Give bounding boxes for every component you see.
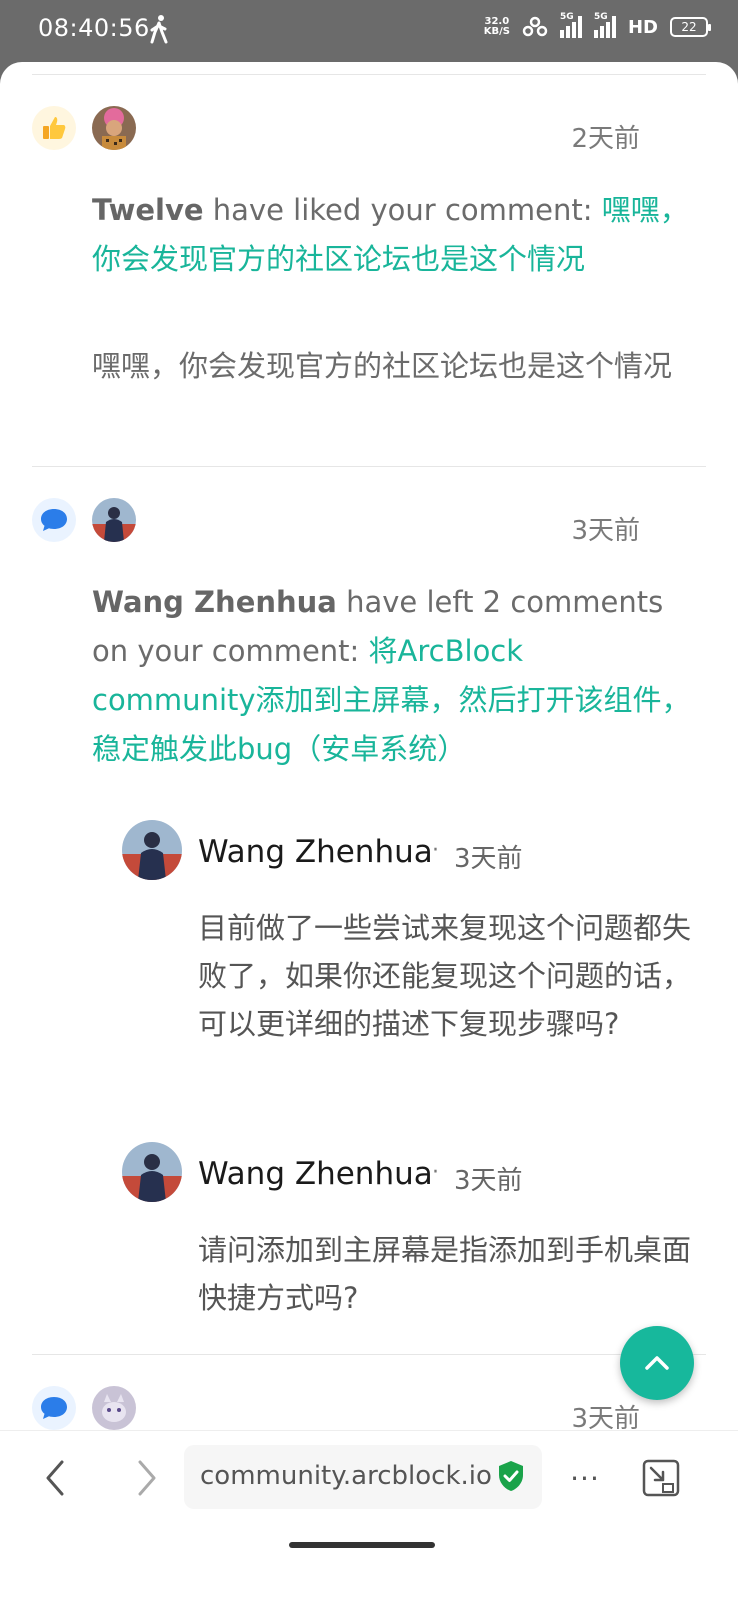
separator-dot: ·	[432, 838, 439, 863]
hd-indicator: HD	[627, 16, 658, 38]
reply-author[interactable]: Wang Zhenhua	[198, 1156, 433, 1192]
walking-icon	[150, 15, 168, 44]
signal-1-icon: 5G	[559, 12, 582, 38]
scroll-to-top-button[interactable]	[620, 1326, 694, 1400]
back-button[interactable]	[30, 1453, 80, 1503]
separator-dot: ·	[432, 1160, 439, 1185]
actor-name[interactable]: Wang Zhenhua	[92, 585, 337, 619]
address-bar[interactable]: community.arcblock.io	[184, 1445, 542, 1509]
url-text: community.arcblock.io	[200, 1461, 492, 1491]
notification-message: Twelve have liked your comment: 嘿嘿，你会发现官…	[92, 193, 689, 276]
actor-name[interactable]: Twelve	[92, 193, 204, 227]
forward-button[interactable]	[122, 1453, 172, 1503]
divider	[32, 466, 706, 467]
reply-avatar[interactable]	[122, 820, 182, 880]
reply-text: 请问添加到主屏幕是指添加到手机桌面快捷方式吗?	[198, 1233, 692, 1315]
comment-quote: 嘿嘿，你会发现官方的社区论坛也是这个情况	[92, 349, 673, 383]
tabs-button[interactable]	[636, 1453, 686, 1503]
avatar[interactable]	[92, 106, 136, 150]
reply-text: 目前做了一些尝试来复现这个问题都失败了，如果你还能复现这个问题的话，可以更详细的…	[198, 911, 692, 1041]
divider	[32, 1354, 706, 1355]
status-time: 08:40:56	[38, 14, 150, 42]
browser-toolbar: community.arcblock.io ···	[0, 1430, 738, 1530]
notification-message: Wang Zhenhua have left 2 comments on you…	[92, 585, 691, 766]
comment-bubble-icon	[32, 498, 76, 542]
avatar[interactable]	[92, 498, 136, 542]
secure-shield-icon	[499, 1461, 523, 1491]
more-menu-button[interactable]: ···	[560, 1453, 610, 1503]
divider	[32, 74, 706, 75]
avatar[interactable]	[92, 1386, 136, 1430]
thumbs-up-icon	[32, 106, 76, 150]
notification-sheet: 2天前 Twelve have liked your comment: 嘿嘿，你…	[0, 62, 738, 1600]
chevron-up-icon	[645, 1356, 669, 1370]
network-speed: 32.0 KB/S	[483, 16, 510, 37]
hotspot-icon	[522, 16, 548, 37]
time-ago: 3天前	[571, 516, 640, 546]
reply-author[interactable]: Wang Zhenhua	[198, 834, 433, 870]
reply-avatar[interactable]	[122, 1142, 182, 1202]
reply-time: 3天前	[454, 844, 523, 874]
battery-icon: 22	[670, 17, 711, 37]
time-ago: 2天前	[571, 124, 640, 154]
signal-2-icon: 5G	[593, 12, 616, 38]
window-shrink-icon	[642, 1459, 680, 1497]
status-bar: 08:40:56 32.0 KB/S 5G 5G HD 22	[0, 0, 738, 62]
comment-bubble-icon	[32, 1386, 76, 1430]
reply-time: 3天前	[454, 1166, 523, 1196]
home-indicator[interactable]	[289, 1542, 435, 1548]
chevron-left-icon	[46, 1460, 64, 1496]
chevron-right-icon	[138, 1460, 156, 1496]
